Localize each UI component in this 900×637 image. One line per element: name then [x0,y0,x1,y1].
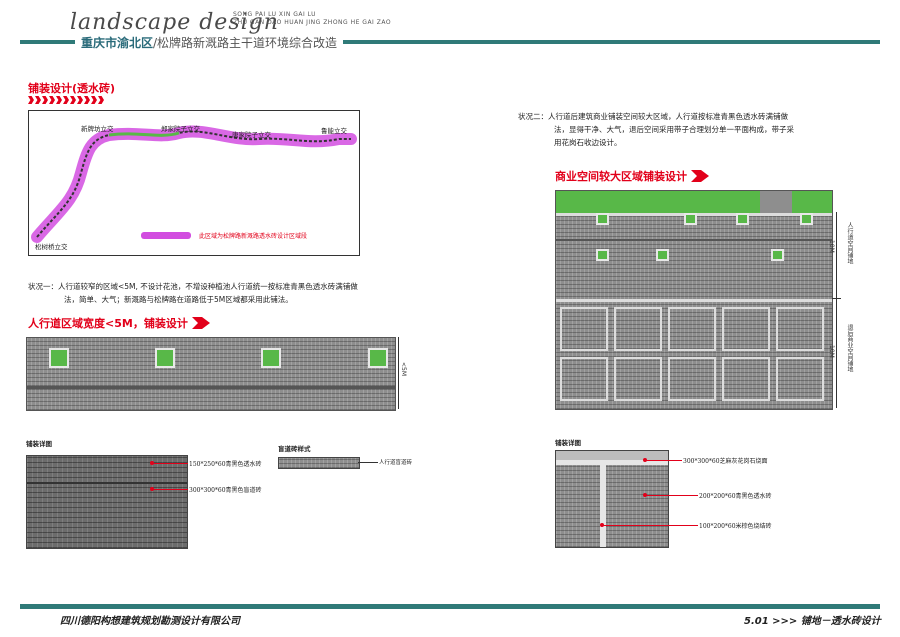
callout-left-2: 300*300*60青黑色盲道砖 [189,487,262,494]
map-label-tangjiayuanzi: 唐家院子立交 [232,131,271,139]
tree-pit [771,249,784,261]
tree-pit [684,213,697,225]
tree-pit [800,213,813,225]
situation2-line1: 状况二：人行道后建筑商业铺装空间较大区域，人行道按标准青黑色透水砖满铺做 [518,112,788,121]
callout-line [603,525,698,526]
section-arrows [28,96,104,104]
detail-label-left: 铺装详图 [26,440,52,448]
right-dim-line [836,212,837,408]
detail-label-right: 铺装详图 [555,439,581,447]
callout-right-1: 300*300*60芝麻灰花岗石烧面 [683,458,768,465]
tree-pit [596,249,609,261]
sidewalk-label: 人行道空间铺地 [846,222,853,264]
situation1-line1: 状况一：人行道较窄的区域<5M, 不设计花池，不增设种植池人行道统一按标准青黑色… [28,282,358,291]
header-pinyin: SONG PAI LU XIN GAI LU ZHU GAN DAO HUAN … [233,11,391,27]
detail-paving-right [555,450,669,548]
detail-paving-left [26,455,188,549]
map-label-songshuqiao: 松树桥立交 [35,243,68,251]
granite-panel [560,307,608,351]
callout-left-1: 150*250*60青黑色透水砖 [189,461,262,468]
commercial-paving-plan [555,190,833,410]
tree-pit [155,348,175,368]
page-title: 重庆市渝北区/松牌路新溉路主干道环境综合改造 [75,34,344,51]
map-label-zhengjiayuanzi: 郑家院子立交 [161,125,200,133]
tree-pit [261,348,281,368]
detail-divider [27,482,187,484]
district-label: 重庆市渝北区 [81,36,154,50]
granite-panel [614,357,662,401]
paving-section-title: 铺装设计(透水砖) [28,82,116,95]
project-label: /松牌路新溉路主干道环境综合改造 [153,36,338,50]
callout-right-2: 200*200*60青黑色透水砖 [699,493,772,500]
callout-line [152,489,188,490]
footer-bar [20,604,880,609]
blind-callout-line [358,462,378,463]
tree-pit [736,213,749,225]
situation2-line2: 法，显得干净、大气，退后空间采用带子合理划分单一平面构成，带子采 [554,125,794,134]
legend-swatch [141,232,191,239]
granite-panel [722,307,770,351]
map-label-luxinglijiao: 鲁能立交 [321,127,347,135]
red-arrow-icon [691,170,709,182]
map-legend-text: 此区域为松牌路新溉路透水砖设计区域段 [199,233,308,240]
narrow-paving-plan [26,337,396,411]
entrance-gap [760,191,792,213]
route-map: 新牌坊立交 郑家院子立交 唐家院子立交 鲁能立交 松树桥立交 此区域为松牌路新溉… [28,110,360,256]
header-pinyin-line1: SONG PAI LU XIN GAI LU [233,11,317,18]
granite-panel [614,307,662,351]
granite-panel [776,307,824,351]
situation1-text: 状况一：人行道较窄的区域<5M, 不设计花池，不增设种植池人行道统一按标准青黑色… [28,280,428,306]
commercial-section-title: 商业空间较大区域铺装设计 [555,170,687,183]
blind-tile-label: 盲道砖样式 [278,445,311,453]
sidewalk-width: 10M [828,240,835,253]
granite-panel [776,357,824,401]
situation2-line3: 用花岗石收边设计。 [554,138,622,147]
granite-panel [668,357,716,401]
right-dim-tick [832,298,841,299]
setback-width: 10M [828,345,835,358]
width-label: <5M [400,362,407,377]
commercial-title-row: 商业空间较大区域铺装设计 [555,168,709,184]
blind-path-strip [27,386,395,389]
tree-pit [368,348,388,368]
brick-border [600,460,606,547]
route-highlight [31,125,357,243]
situation1-line2: 法，简单、大气；新溉路与松牌路在道路低于5M区域都采用此铺法。 [64,295,293,304]
callout-line [646,460,682,461]
situation2-text: 状况二：人行道后建筑商业铺装空间较大区域，人行道按标准青黑色透水砖满铺做 法，显… [518,110,858,149]
blind-tile-sample [278,457,360,469]
tree-pit [49,348,69,368]
narrow-title-row: 人行道区域宽度<5M，铺装设计 [28,315,210,331]
header-pinyin-line2: ZHU GAN DAO HUAN JING ZHONG HE GAI ZAO [233,19,392,26]
setback-edge [556,299,832,302]
footer-company: 四川德阳构想建筑规划勘测设计有限公司 [60,616,240,627]
tree-pit [656,249,669,261]
red-arrow-icon [191,317,210,329]
width-dim-line [398,337,399,409]
narrow-section-title: 人行道区域宽度<5M，铺装设计 [28,317,188,330]
setback-grid [560,307,828,407]
blind-callout: 人行道盲道砖 [379,460,413,466]
tree-pit [596,213,609,225]
callout-line [152,463,188,464]
granite-panel [722,357,770,401]
blind-path-strip [556,239,832,241]
granite-band [556,451,668,460]
granite-panel [668,307,716,351]
granite-panel [560,357,608,401]
callout-right-3: 100*200*60米棕色烧结砖 [699,523,772,530]
footer-page: 5.01 >>> 铺地－透水砖设计 [744,616,881,627]
setback-label: 退后商业空间铺地 [846,324,853,372]
callout-line [646,495,698,496]
map-label-xinpaifang: 新牌坊立交 [81,125,114,133]
